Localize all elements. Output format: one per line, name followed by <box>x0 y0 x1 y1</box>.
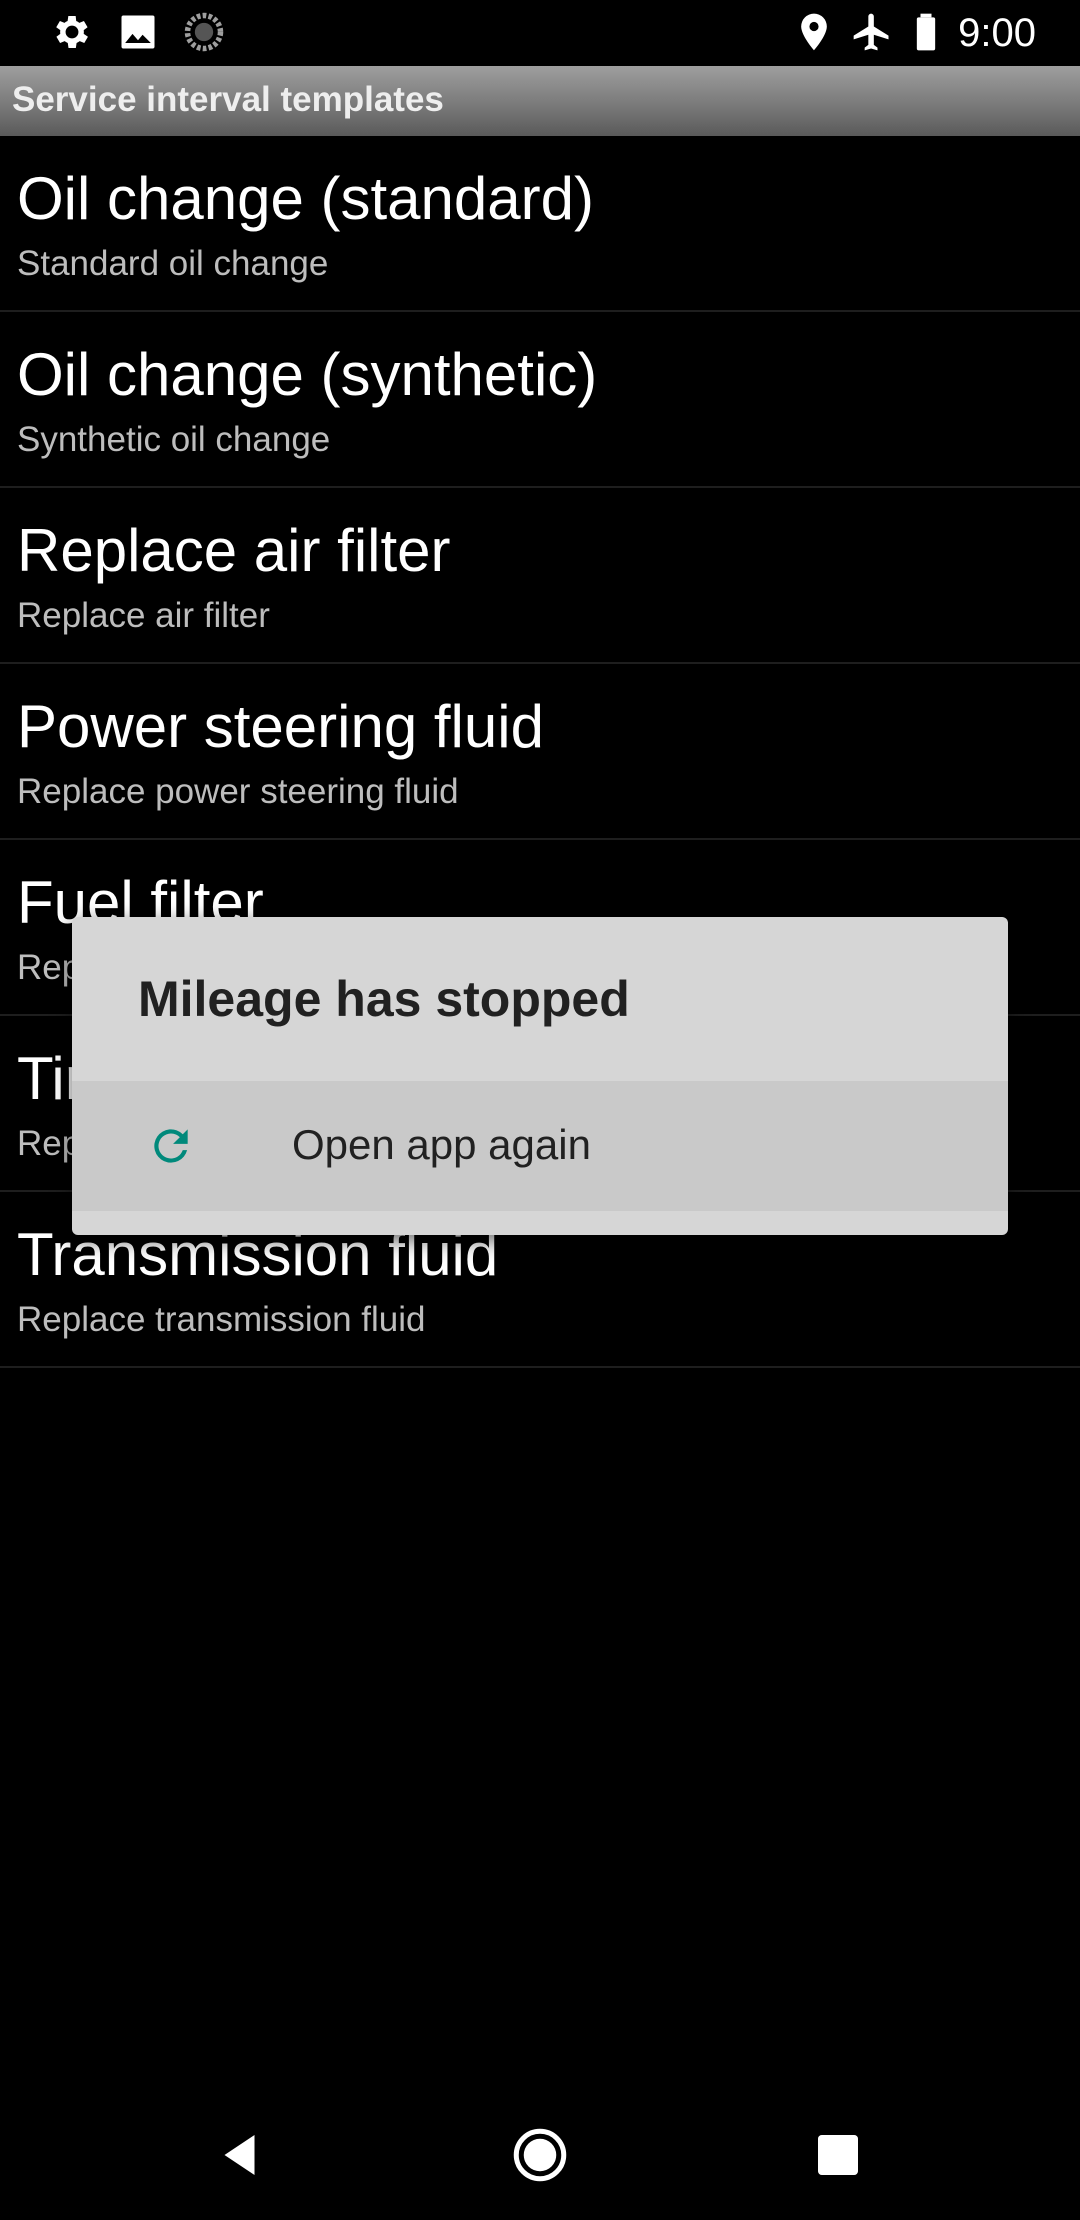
gear-icon <box>56 16 88 48</box>
battery-icon <box>916 13 936 51</box>
app-bar: Service interval templates <box>0 66 1080 136</box>
item-title: Replace air filter <box>17 517 451 584</box>
sync-icon <box>184 12 224 52</box>
image-icon <box>121 15 155 49</box>
item-title: Oil change (standard) <box>17 165 594 232</box>
list-item[interactable]: Oil change (synthetic) Synthetic oil cha… <box>0 312 1080 488</box>
recents-icon[interactable] <box>808 2125 868 2185</box>
list-item[interactable]: Replace air filter Replace air filter <box>0 488 1080 664</box>
item-subtitle: Standard oil change <box>17 244 329 283</box>
open-app-again-button[interactable]: Open app again <box>72 1081 1008 1211</box>
open-app-again-label: Open app again <box>292 1121 591 1168</box>
item-subtitle: Replace power steering fluid <box>17 772 459 811</box>
home-icon[interactable] <box>510 2125 570 2185</box>
dialog-title: Mileage has stopped <box>138 971 630 1027</box>
page-title: Service interval templates <box>12 80 444 119</box>
location-icon <box>801 13 827 51</box>
clock-text: 9:00 <box>958 11 1036 55</box>
item-title: Power steering fluid <box>17 693 544 760</box>
list-item[interactable]: Power steering fluid Replace power steer… <box>0 664 1080 840</box>
refresh-icon <box>154 1129 188 1163</box>
back-icon[interactable] <box>212 2125 272 2185</box>
status-bar: 9:00 <box>0 0 1080 66</box>
crash-dialog: Mileage has stopped Open app again <box>72 917 1008 1235</box>
navigation-bar <box>0 2080 1080 2220</box>
list-item[interactable]: Oil change (standard) Standard oil chang… <box>0 136 1080 312</box>
item-title: Oil change (synthetic) <box>17 341 598 408</box>
item-subtitle: Synthetic oil change <box>17 420 331 459</box>
item-subtitle: Replace air filter <box>17 596 270 635</box>
airplane-icon <box>853 13 889 51</box>
item-subtitle: Replace transmission fluid <box>17 1300 426 1339</box>
